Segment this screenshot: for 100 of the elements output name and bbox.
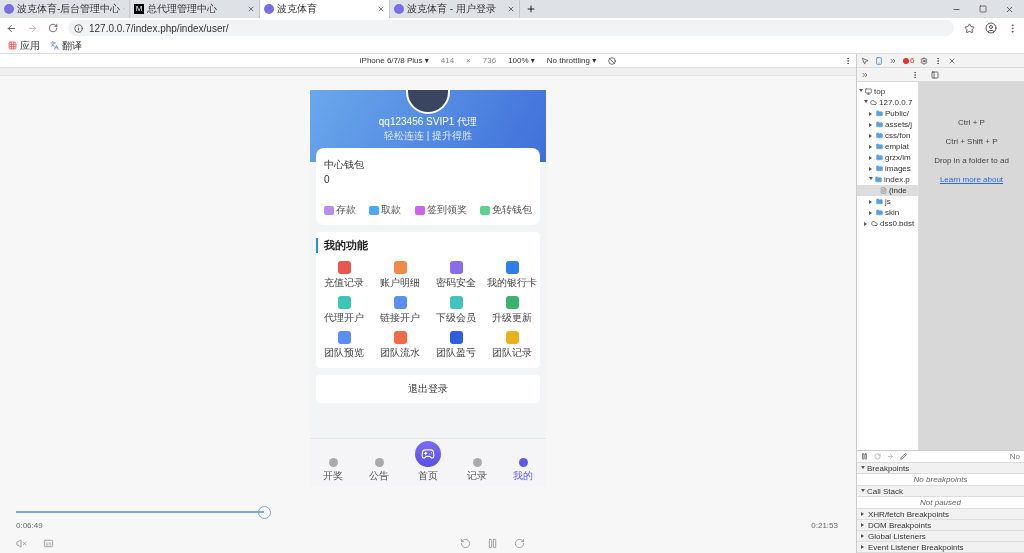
folder-icon bbox=[876, 209, 883, 216]
nav-item[interactable]: 开奖 bbox=[323, 458, 343, 483]
editor-hint: Ctrl + P bbox=[958, 118, 985, 127]
folder-icon bbox=[876, 198, 883, 205]
file-icon bbox=[880, 187, 887, 194]
wallet-action[interactable]: 免转钱包 bbox=[480, 203, 532, 217]
rotate-icon[interactable] bbox=[608, 56, 617, 65]
apps-grid-icon bbox=[8, 41, 17, 50]
section-header[interactable]: XHR/fetch Breakpoints bbox=[857, 509, 1024, 520]
zoom-dropdown[interactable]: 100% ▾ bbox=[508, 56, 535, 65]
learn-more-link[interactable]: Learn more about bbox=[939, 175, 1004, 184]
close-icon[interactable] bbox=[1005, 4, 1014, 14]
function-item[interactable]: 代理开户 bbox=[316, 296, 372, 325]
inspect-icon[interactable] bbox=[861, 56, 869, 65]
pause-icon[interactable] bbox=[861, 453, 868, 460]
translate-icon bbox=[50, 41, 59, 50]
section-header[interactable]: Call Stack bbox=[857, 486, 1024, 497]
folder-icon bbox=[876, 165, 883, 172]
tree-item[interactable]: css/fon bbox=[885, 131, 911, 140]
side-tab[interactable]: No bbox=[1009, 452, 1020, 461]
frame-icon bbox=[865, 88, 872, 95]
folder-icon bbox=[876, 154, 883, 161]
more-icon[interactable] bbox=[911, 70, 919, 79]
settings-icon[interactable] bbox=[920, 56, 929, 65]
rewind-icon[interactable] bbox=[460, 538, 471, 549]
cloud-icon bbox=[871, 220, 878, 227]
pause-icon[interactable] bbox=[487, 538, 498, 549]
section-header[interactable]: DOM Breakpoints bbox=[857, 520, 1024, 531]
info-icon bbox=[74, 23, 83, 33]
avatar bbox=[406, 90, 450, 114]
nav-item[interactable]: 记录 bbox=[467, 458, 487, 483]
bookmark-link[interactable]: 翻译 bbox=[62, 38, 82, 53]
tree-item[interactable]: index.p bbox=[884, 175, 910, 184]
editor-hint: Drop in a folder to ad bbox=[934, 156, 1009, 165]
height-field[interactable]: 736 bbox=[482, 56, 497, 65]
browser-tab[interactable]: 波克体育 - 用户登录 bbox=[390, 0, 520, 18]
function-item[interactable]: 团队盈亏 bbox=[428, 331, 484, 360]
tab-favicon-icon bbox=[4, 4, 14, 14]
folder-icon bbox=[876, 132, 883, 139]
address-field[interactable]: 127.0.0.7/index.php/index/user/ bbox=[68, 20, 954, 36]
tree-item[interactable]: assets/j bbox=[885, 120, 913, 129]
folder-icon bbox=[875, 176, 882, 183]
function-item[interactable]: 链接开户 bbox=[372, 296, 428, 325]
wallet-label: 中心钱包 bbox=[324, 158, 365, 172]
new-tab-icon[interactable] bbox=[526, 4, 536, 14]
forward-icon[interactable] bbox=[514, 538, 525, 549]
device-toggle-icon[interactable] bbox=[875, 56, 883, 65]
tree-item[interactable]: Public/ bbox=[885, 109, 909, 118]
function-item[interactable]: 账户明细 bbox=[372, 261, 428, 290]
sidebar-toggle-icon[interactable] bbox=[931, 70, 939, 79]
nav-item[interactable]: 公告 bbox=[369, 458, 389, 483]
folder-icon bbox=[876, 110, 883, 117]
error-count[interactable]: 6 bbox=[903, 56, 915, 65]
gamepad-icon bbox=[421, 447, 435, 461]
tree-item[interactable]: images bbox=[885, 164, 911, 173]
tree-item[interactable]: js bbox=[885, 197, 891, 206]
tree-item[interactable]: top bbox=[874, 87, 886, 96]
browser-tab[interactable]: 波克体育-后台管理中心 bbox=[0, 0, 130, 18]
device-dropdown[interactable]: iPhone 6/7/8 Plus ▾ bbox=[359, 56, 429, 65]
function-item[interactable]: 团队记录 bbox=[484, 331, 540, 360]
tree-item[interactable]: dss0.bdst bbox=[880, 219, 915, 228]
close-icon[interactable] bbox=[948, 56, 957, 65]
editor-hint: Ctrl + Shift + P bbox=[945, 137, 998, 146]
back-icon[interactable] bbox=[6, 22, 17, 34]
throttling-dropdown[interactable]: No throttling ▾ bbox=[546, 56, 597, 65]
tree-item[interactable]: skin bbox=[885, 208, 900, 217]
elapsed-time: 0:06:49 bbox=[16, 521, 43, 530]
section-header[interactable]: Global Listeners bbox=[857, 531, 1024, 542]
function-item[interactable]: 我的银行卡 bbox=[484, 261, 540, 290]
more-icon[interactable] bbox=[844, 56, 852, 65]
tree-item[interactable]: grzx/im bbox=[885, 153, 911, 162]
width-field[interactable]: 414 bbox=[440, 56, 455, 65]
user-subtitle: 轻松连连 | 提升得胜 bbox=[383, 129, 473, 143]
reload-icon[interactable] bbox=[48, 23, 58, 33]
function-item[interactable]: 升级更新 bbox=[484, 296, 540, 325]
total-time: 0:21:53 bbox=[811, 521, 838, 530]
folder-icon bbox=[876, 143, 883, 150]
section-header[interactable]: Event Listener Breakpoints bbox=[857, 542, 1024, 553]
section-header[interactable]: Breakpoints bbox=[857, 463, 1024, 474]
deactivate-breakpoints-icon[interactable] bbox=[900, 453, 907, 460]
tree-item[interactable]: 127.0.0.7 bbox=[879, 98, 913, 107]
function-item[interactable]: 团队流水 bbox=[372, 331, 428, 360]
function-item[interactable]: 下级会员 bbox=[428, 296, 484, 325]
bookmark-link[interactable]: 应用 bbox=[20, 38, 40, 53]
wallet-action[interactable]: 签到领奖 bbox=[414, 203, 467, 217]
more-tabs-icon[interactable] bbox=[889, 56, 897, 65]
function-item[interactable]: 充值记录 bbox=[316, 261, 372, 290]
more-tabs-icon[interactable] bbox=[861, 70, 869, 79]
function-item[interactable]: 团队预览 bbox=[316, 331, 372, 360]
bookmark-star-icon[interactable] bbox=[964, 22, 975, 34]
nav-item[interactable]: 我的 bbox=[513, 458, 533, 483]
wallet-action[interactable]: 存款 bbox=[324, 203, 356, 217]
wallet-action[interactable]: 取款 bbox=[369, 203, 402, 217]
maximize-icon[interactable] bbox=[979, 5, 987, 13]
profile-icon[interactable] bbox=[985, 22, 997, 34]
user-name: qq123456 SVIP1 代理 bbox=[378, 115, 478, 129]
browser-tab[interactable]: 波克体育 bbox=[260, 0, 390, 18]
function-item[interactable]: 密码安全 bbox=[428, 261, 484, 290]
logout-button[interactable]: 退出登录 bbox=[316, 375, 540, 403]
tree-item[interactable]: emplat bbox=[885, 142, 909, 151]
